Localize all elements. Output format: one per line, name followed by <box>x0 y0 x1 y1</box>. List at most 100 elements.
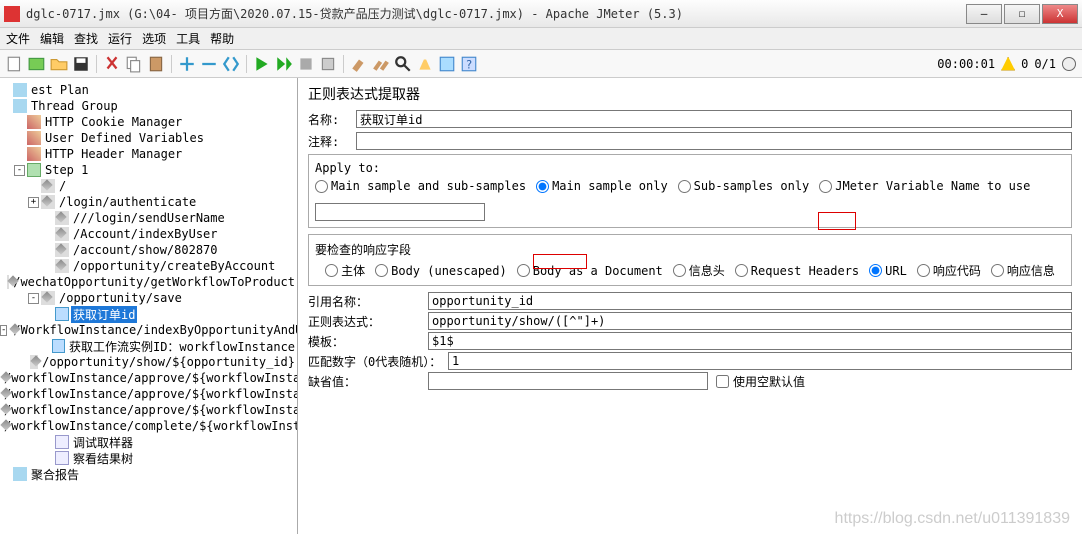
tree-item[interactable]: -/opportunity/save <box>0 290 297 306</box>
help-icon[interactable]: ? <box>460 55 478 73</box>
tree-toggle[interactable]: - <box>14 165 25 176</box>
watermark-text: https://blog.csdn.net/u011391839 <box>835 510 1070 528</box>
field-radio[interactable] <box>917 264 930 277</box>
collapse-icon[interactable] <box>200 55 218 73</box>
match-no-input[interactable] <box>448 352 1072 370</box>
field-radio[interactable] <box>735 264 748 277</box>
tree-item[interactable]: /wechatOpportunity/getWorkflowToProduct <box>0 274 297 290</box>
apply-to-option[interactable]: Main sample and sub-samples <box>315 179 526 193</box>
start-no-pause-icon[interactable] <box>275 55 293 73</box>
field-radio[interactable] <box>375 264 388 277</box>
tree-item[interactable]: User Defined Variables <box>0 130 297 146</box>
menu-bar: 文件 编辑 查找 运行 选项 工具 帮助 <box>0 28 1082 50</box>
clear-icon[interactable] <box>350 55 368 73</box>
new-icon[interactable] <box>6 55 24 73</box>
apply-to-radio[interactable] <box>678 180 691 193</box>
tree-item[interactable]: /Account/indexByUser <box>0 226 297 242</box>
default-input[interactable] <box>428 372 708 390</box>
field-radio[interactable] <box>673 264 686 277</box>
menu-edit[interactable]: 编辑 <box>40 30 64 47</box>
tree-item[interactable]: est Plan <box>0 82 297 98</box>
tree-item[interactable]: 获取订单id <box>0 306 297 322</box>
field-radio[interactable] <box>991 264 1004 277</box>
apply-to-option[interactable]: Sub-samples only <box>678 179 810 193</box>
tree-toggle[interactable]: - <box>28 293 39 304</box>
field-radio[interactable] <box>325 264 338 277</box>
tree-item[interactable]: 获取工作流实例ID：workflowInstance <box>0 338 297 354</box>
save-icon[interactable] <box>72 55 90 73</box>
menu-run[interactable]: 运行 <box>108 30 132 47</box>
minimize-button[interactable]: — <box>966 4 1002 24</box>
tree-item[interactable]: /opportunity/show/${opportunity_id} <box>0 354 297 370</box>
close-button[interactable]: X <box>1042 4 1078 24</box>
field-option[interactable]: 响应信息 <box>991 262 1055 279</box>
tree-item[interactable]: -/WorkflowInstance/indexByOpportunityAnd… <box>0 322 297 338</box>
comment-input[interactable] <box>356 132 1072 150</box>
menu-file[interactable]: 文件 <box>6 30 30 47</box>
tree-item[interactable]: HTTP Cookie Manager <box>0 114 297 130</box>
tree-toggle[interactable]: + <box>28 197 39 208</box>
tree-item[interactable]: /account/show/802870 <box>0 242 297 258</box>
field-option[interactable]: Body as a Document <box>517 264 663 278</box>
tree-item[interactable]: -Step 1 <box>0 162 297 178</box>
apply-to-option[interactable]: Main sample only <box>536 179 668 193</box>
maximize-button[interactable]: ☐ <box>1004 4 1040 24</box>
tree-item[interactable]: /workflowInstance/approve/${workflowInst… <box>0 386 297 402</box>
tree-toggle[interactable]: - <box>0 325 7 336</box>
templates-icon[interactable] <box>28 55 46 73</box>
field-option[interactable]: Request Headers <box>735 264 859 278</box>
start-icon[interactable] <box>253 55 271 73</box>
tree-item[interactable]: 察看结果树 <box>0 450 297 466</box>
apply-to-radio[interactable] <box>819 180 832 193</box>
shutdown-icon[interactable] <box>319 55 337 73</box>
field-option[interactable]: 主体 <box>325 262 365 279</box>
apply-to-option[interactable]: JMeter Variable Name to use <box>819 179 1030 193</box>
tree-item[interactable]: ///login/sendUserName <box>0 210 297 226</box>
use-empty-default-checkbox[interactable] <box>716 375 729 388</box>
tree-item[interactable]: HTTP Header Manager <box>0 146 297 162</box>
stop-icon[interactable] <box>297 55 315 73</box>
tree-item[interactable]: 聚合报告 <box>0 466 297 482</box>
tree-item[interactable]: /workflowInstance/complete/${workflowIns… <box>0 418 297 434</box>
jmeter-var-input[interactable] <box>315 203 485 221</box>
ref-name-input[interactable] <box>428 292 1072 310</box>
tree-item[interactable]: +/login/authenticate <box>0 194 297 210</box>
clear-all-icon[interactable] <box>372 55 390 73</box>
field-option[interactable]: Body (unescaped) <box>375 264 507 278</box>
field-radio[interactable] <box>517 264 530 277</box>
apply-to-label: Apply to: <box>315 161 1065 175</box>
expand-icon[interactable] <box>178 55 196 73</box>
name-input[interactable] <box>356 110 1072 128</box>
search-icon[interactable] <box>394 55 412 73</box>
regex-input[interactable] <box>428 312 1072 330</box>
test-plan-tree[interactable]: est PlanThread GroupHTTP Cookie ManagerU… <box>0 78 298 534</box>
warning-icon[interactable] <box>1001 57 1015 71</box>
menu-help[interactable]: 帮助 <box>210 30 234 47</box>
field-option[interactable]: 响应代码 <box>917 262 981 279</box>
tree-item[interactable]: /opportunity/createByAccount <box>0 258 297 274</box>
tree-item[interactable]: / <box>0 178 297 194</box>
toggle-icon[interactable] <box>222 55 240 73</box>
field-option[interactable]: URL <box>869 264 907 278</box>
cut-icon[interactable] <box>103 55 121 73</box>
menu-tools[interactable]: 工具 <box>176 30 200 47</box>
tree-item[interactable]: Thread Group <box>0 98 297 114</box>
tree-item[interactable]: /workflowInstance/approve/${workflowInst… <box>0 402 297 418</box>
field-radio[interactable] <box>869 264 882 277</box>
function-helper-icon[interactable] <box>438 55 456 73</box>
apply-to-radio[interactable] <box>315 180 328 193</box>
tree-node-label: /wechatOpportunity/getWorkflowToProduct <box>11 275 297 289</box>
template-input[interactable] <box>428 332 1072 350</box>
reset-search-icon[interactable] <box>416 55 434 73</box>
menu-search[interactable]: 查找 <box>74 30 98 47</box>
menu-options[interactable]: 选项 <box>142 30 166 47</box>
tree-node-label: /workflowInstance/approve/${workflowInst… <box>2 387 298 401</box>
open-icon[interactable] <box>50 55 68 73</box>
copy-icon[interactable] <box>125 55 143 73</box>
paste-icon[interactable] <box>147 55 165 73</box>
tree-item[interactable]: 调试取样器 <box>0 434 297 450</box>
gear-icon[interactable] <box>1062 57 1076 71</box>
field-option[interactable]: 信息头 <box>673 262 725 279</box>
apply-to-radio[interactable] <box>536 180 549 193</box>
tree-item[interactable]: /workflowInstance/approve/${workflowInst… <box>0 370 297 386</box>
